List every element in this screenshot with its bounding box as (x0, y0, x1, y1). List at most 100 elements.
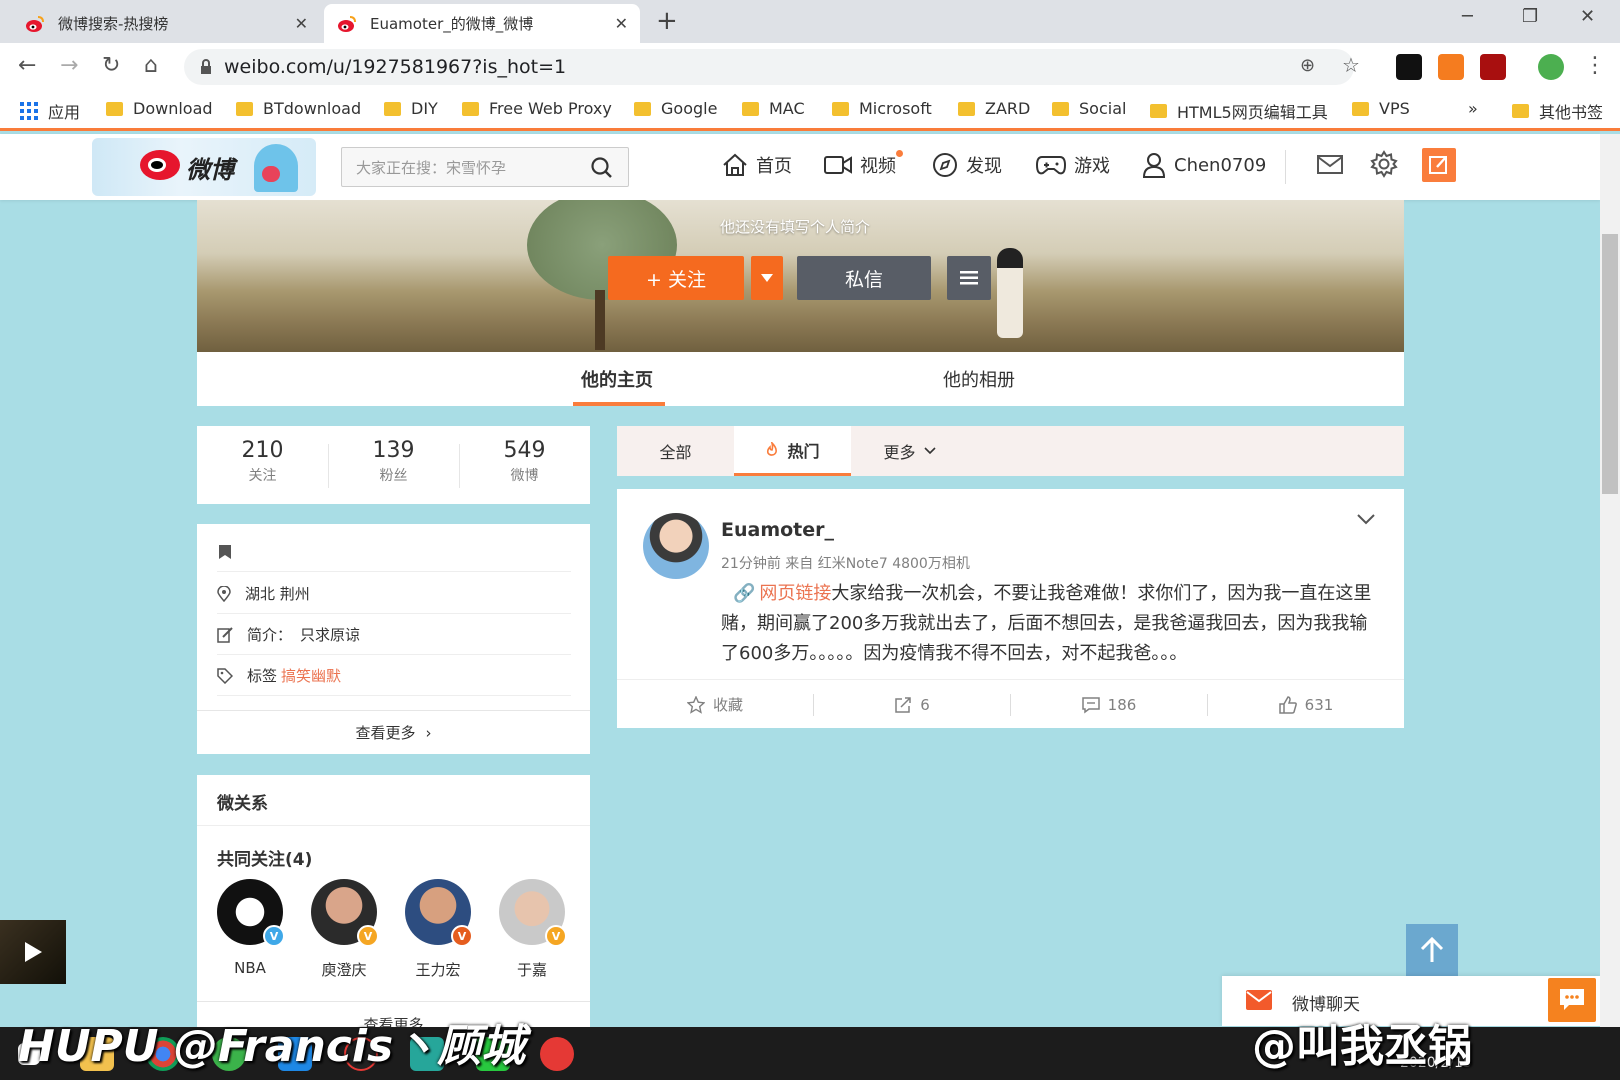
extension-star-icon[interactable] (1438, 54, 1464, 80)
more-menu-button[interactable] (947, 256, 991, 300)
see-more-info-link[interactable]: 查看更多 › (197, 710, 590, 754)
mail-icon[interactable] (1316, 152, 1344, 176)
tab-close-icon[interactable]: ✕ (295, 14, 308, 33)
browser-tab-profile[interactable]: Euamoter_的微博_微博 ✕ (324, 4, 640, 43)
forward-icon[interactable]: → (60, 53, 78, 78)
home-icon[interactable]: ⌂ (144, 53, 158, 78)
like-button[interactable]: 631 (1208, 680, 1404, 729)
info-row-badge (217, 532, 571, 572)
profile-avatar[interactable] (1538, 54, 1564, 80)
repost-button[interactable]: 6 (814, 680, 1010, 729)
bookmark-folder[interactable]: Download (106, 99, 213, 118)
thumbs-up-icon (1278, 695, 1297, 714)
friend-wang-leehom[interactable]: V 王力宏 (398, 879, 478, 980)
tab-album[interactable]: 他的相册 (943, 366, 1015, 392)
nav-video[interactable]: 视频 (824, 150, 903, 178)
author-avatar[interactable] (643, 513, 709, 579)
heart-icon (262, 166, 280, 182)
friend-name: 庾澄庆 (321, 961, 367, 979)
bookmark-folder[interactable]: HTML5网页编辑工具 (1150, 99, 1328, 123)
feed-tab-all[interactable]: 全部 (617, 426, 734, 476)
bookmark-folder[interactable]: Social (1052, 99, 1126, 118)
netease-music-icon[interactable] (540, 1037, 574, 1071)
bookmark-folder[interactable]: BTdownload (236, 99, 361, 118)
folder-icon (958, 101, 975, 116)
friend-harlem-yu[interactable]: V 庾澄庆 (304, 879, 384, 980)
back-to-top-button[interactable] (1406, 924, 1458, 976)
nav-home[interactable]: 首页 (722, 152, 792, 178)
post-options-chevron-icon[interactable] (1357, 513, 1375, 525)
page-scrollbar[interactable] (1600, 134, 1620, 1027)
user-icon (1142, 153, 1166, 178)
bookmark-folder[interactable]: VPS (1352, 99, 1410, 118)
folder-icon (384, 101, 401, 116)
bookmark-folder[interactable]: Free Web Proxy (462, 99, 612, 118)
minimize-icon[interactable]: ─ (1462, 6, 1473, 27)
web-link[interactable]: 网页链接 (759, 583, 831, 604)
friend-nba[interactable]: V NBA (210, 879, 290, 977)
nav-label: 发现 (966, 156, 1002, 177)
stat-following[interactable]: 210 关注 (197, 438, 328, 485)
weibo-logo[interactable]: 微博 (92, 138, 316, 196)
search-icon[interactable] (590, 156, 614, 180)
intro-text: 只求原谅 (300, 626, 361, 644)
apps-grid-icon (20, 102, 38, 120)
bookmark-label: BTdownload (263, 99, 362, 118)
chat-open-button[interactable] (1548, 978, 1596, 1022)
translate-icon[interactable]: ⊕ (1300, 55, 1315, 76)
extension-pdf-icon[interactable] (1480, 54, 1506, 80)
nav-discover[interactable]: 发现 (932, 152, 1002, 178)
feed-tab-label: 更多 (883, 443, 916, 462)
window-close-icon[interactable]: ✕ (1580, 6, 1595, 27)
bookmark-folder[interactable]: DIY (384, 99, 438, 118)
stat-followers[interactable]: 139 粉丝 (328, 438, 459, 485)
nav-user[interactable]: Chen0709 (1142, 152, 1266, 178)
gear-icon[interactable] (1370, 150, 1398, 178)
reload-icon[interactable]: ↻ (102, 53, 120, 78)
new-tab-icon[interactable]: + (656, 6, 678, 36)
back-icon[interactable]: ← (18, 53, 36, 78)
bookmark-folder[interactable]: Google (634, 99, 717, 118)
browser-tab-hotsearch[interactable]: 微博搜索-热搜榜 ✕ (12, 4, 320, 43)
chrome-menu-icon[interactable]: ⋮ (1584, 53, 1606, 78)
follow-button[interactable]: + 关注 (608, 256, 744, 300)
bookmark-label: 其他书签 (1539, 103, 1604, 122)
bookmark-star-icon[interactable]: ☆ (1342, 53, 1360, 77)
bookmark-folder[interactable]: MAC (742, 99, 805, 118)
favorite-button[interactable]: 收藏 (617, 680, 813, 729)
stat-posts[interactable]: 549 微博 (459, 438, 590, 485)
bookmarks-overflow-icon[interactable]: » (1468, 99, 1478, 118)
scrollbar-thumb[interactable] (1602, 234, 1618, 494)
feed-tab-more[interactable]: 更多 (851, 426, 968, 476)
comment-button[interactable]: 186 (1011, 680, 1207, 729)
nav-games[interactable]: 游戏 (1036, 152, 1110, 178)
other-bookmarks[interactable]: 其他书签 (1512, 99, 1603, 123)
extension-tampermonkey-icon[interactable] (1396, 54, 1422, 80)
lock-icon (201, 59, 211, 74)
bookmark-folder[interactable]: ZARD (958, 99, 1030, 118)
verified-badge-icon: V (263, 925, 285, 947)
tag-link[interactable]: 搞笑幽默 (281, 665, 341, 686)
feed-tab-hot[interactable]: 热门 (734, 426, 851, 476)
omnibox[interactable]: weibo.com/u/1927581967?is_hot=1 (184, 49, 1354, 85)
bookmark-label: Social (1079, 99, 1127, 118)
follow-dropdown-button[interactable] (751, 256, 783, 300)
bookmark-apps[interactable]: 应用 (20, 99, 80, 123)
author-name[interactable]: Euamoter_ (721, 519, 834, 541)
tab-home[interactable]: 他的主页 (581, 366, 653, 392)
bookmarks-bar: 应用 Download BTdownload DIY Free Web Prox… (0, 91, 1620, 131)
chevron-right-icon: › (425, 723, 432, 742)
stat-value: 549 (503, 438, 546, 463)
compose-button[interactable] (1422, 148, 1456, 182)
folder-icon (1052, 101, 1069, 116)
friend-yu-jia[interactable]: V 于嘉 (492, 879, 572, 980)
bookmark-label: Download (133, 99, 213, 118)
message-button[interactable]: 私信 (797, 256, 931, 300)
bookmark-folder[interactable]: Microsoft (832, 99, 932, 118)
search-input[interactable]: 大家正在搜：宋雪怀孕 (341, 147, 629, 187)
restore-icon[interactable]: ❐ (1522, 6, 1538, 27)
tab-close-icon[interactable]: ✕ (615, 14, 628, 33)
repost-icon (895, 696, 911, 713)
address-bar-row: ← → ↻ ⌂ weibo.com/u/1927581967?is_hot=1 … (0, 43, 1620, 91)
floating-video-player[interactable] (0, 920, 66, 984)
